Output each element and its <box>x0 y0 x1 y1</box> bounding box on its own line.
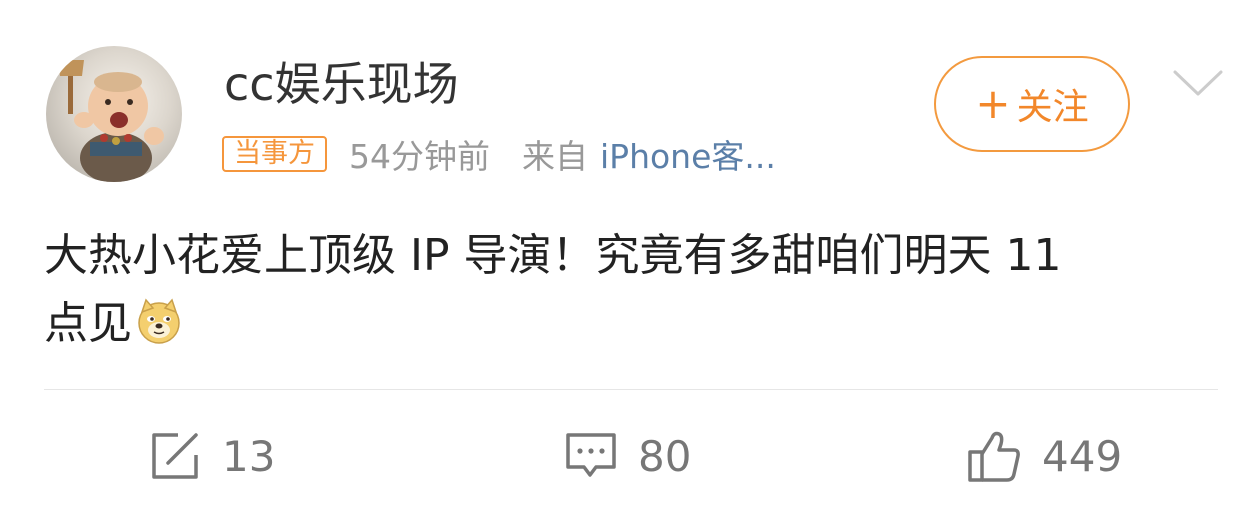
follow-button[interactable]: + 关注 <box>934 56 1130 152</box>
content-line-2: 点见 <box>44 298 132 349</box>
comment-button[interactable]: 80 <box>564 426 691 486</box>
chevron-down-icon[interactable] <box>1172 68 1224 98</box>
divider <box>44 389 1218 390</box>
doge-emoji-icon <box>138 298 180 344</box>
follow-label: 关注 <box>1016 87 1089 128</box>
comment-count: 80 <box>638 431 692 481</box>
source-link[interactable]: iPhone客... <box>600 130 776 178</box>
role-badge: 当事方 <box>222 136 327 172</box>
username[interactable]: cc娱乐现场 <box>224 56 459 112</box>
avatar[interactable] <box>46 46 182 182</box>
like-count: 449 <box>1042 431 1123 481</box>
post-meta: 当事方 54分钟前 来自 iPhone客... <box>222 132 776 176</box>
like-button[interactable]: 449 <box>966 426 1122 486</box>
source-prefix: 来自 <box>522 137 588 176</box>
plus-icon: + <box>975 79 1011 128</box>
content-line-2-wrap: 点见 <box>44 290 1224 358</box>
avatar-image <box>58 60 164 182</box>
thumbs-up-icon <box>968 431 1020 482</box>
content-line-1: 大热小花爱上顶级 IP 导演！究竟有多甜咱们明天 11 <box>44 230 1062 281</box>
repost-button[interactable]: 13 <box>148 426 275 486</box>
repost-count: 13 <box>222 431 276 481</box>
post-time: 54分钟前 <box>349 137 490 176</box>
comment-icon <box>566 433 616 477</box>
post-content: 大热小花爱上顶级 IP 导演！究竟有多甜咱们明天 11 点见 <box>44 222 1224 358</box>
repost-icon <box>152 433 198 479</box>
